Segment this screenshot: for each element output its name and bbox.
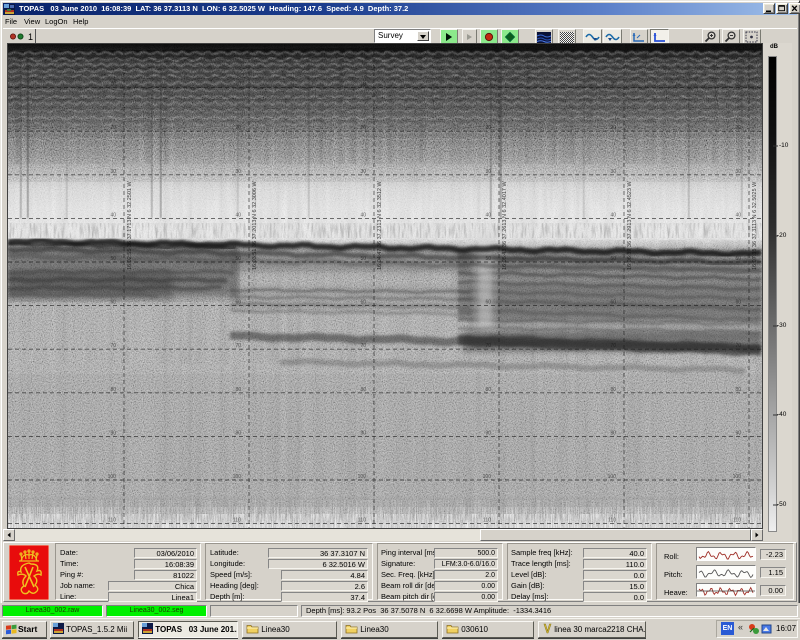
svg-text:40: 40 xyxy=(110,212,116,218)
svg-text:70: 70 xyxy=(235,343,241,349)
svg-text:30: 30 xyxy=(235,169,241,175)
svg-text:20: 20 xyxy=(110,125,116,131)
svg-text:16:02:55 36 37.1713 N 6 32.2: 16:02:55 36 37.1713 N 6 32.2501 W xyxy=(127,181,133,270)
svg-text:10: 10 xyxy=(485,82,491,88)
svg-text:80: 80 xyxy=(735,387,741,393)
svg-text:100: 100 xyxy=(233,474,242,480)
svg-text:110: 110 xyxy=(733,518,741,524)
svg-text:16:06:39 36 37.2913 N 6 32.4: 16:06:39 36 37.2913 N 6 32.4523 W xyxy=(627,181,633,270)
svg-text:60: 60 xyxy=(610,300,616,306)
svg-text:16:05:43 36 37.2613 N 6 32.4: 16:05:43 36 37.2613 N 6 32.4017 W xyxy=(502,181,508,270)
svg-text:1: 1 xyxy=(28,32,33,42)
svg-text:90: 90 xyxy=(360,430,366,436)
svg-text:50: 50 xyxy=(610,256,616,262)
svg-text:110: 110 xyxy=(108,518,116,524)
svg-text:20: 20 xyxy=(735,125,741,131)
svg-text:40: 40 xyxy=(360,212,366,218)
svg-text:30: 30 xyxy=(360,169,366,175)
svg-text:110: 110 xyxy=(358,518,366,524)
svg-text:110: 110 xyxy=(483,518,491,524)
svg-text:100: 100 xyxy=(733,474,742,480)
svg-text:100: 100 xyxy=(483,474,492,480)
svg-text:70: 70 xyxy=(610,343,616,349)
svg-text:10: 10 xyxy=(610,82,616,88)
svg-text:40: 40 xyxy=(485,212,491,218)
svg-text:90: 90 xyxy=(485,430,491,436)
svg-text:10: 10 xyxy=(735,82,741,88)
svg-text:90: 90 xyxy=(610,430,616,436)
svg-text:20: 20 xyxy=(610,125,616,131)
svg-text:40: 40 xyxy=(610,212,616,218)
svg-text:10: 10 xyxy=(110,82,116,88)
svg-text:50: 50 xyxy=(235,256,241,262)
svg-text:40: 40 xyxy=(735,212,741,218)
svg-text:80: 80 xyxy=(235,387,241,393)
svg-text:70: 70 xyxy=(110,343,116,349)
svg-text:60: 60 xyxy=(360,300,366,306)
svg-text:50: 50 xyxy=(485,256,491,262)
svg-text:110: 110 xyxy=(608,518,616,524)
svg-text:40: 40 xyxy=(235,212,241,218)
svg-text:30: 30 xyxy=(485,169,491,175)
svg-text:90: 90 xyxy=(110,430,116,436)
svg-text:60: 60 xyxy=(735,300,741,306)
svg-text:60: 60 xyxy=(235,300,241,306)
svg-text:30: 30 xyxy=(610,169,616,175)
svg-text:20: 20 xyxy=(485,125,491,131)
svg-text:20: 20 xyxy=(360,125,366,131)
svg-text:10: 10 xyxy=(235,82,241,88)
svg-text:80: 80 xyxy=(360,387,366,393)
svg-text:110: 110 xyxy=(233,518,241,524)
svg-text:70: 70 xyxy=(360,343,366,349)
svg-text:30: 30 xyxy=(110,169,116,175)
svg-text:70: 70 xyxy=(735,343,741,349)
svg-text:100: 100 xyxy=(108,474,117,480)
svg-text:50: 50 xyxy=(110,256,116,262)
svg-text:10: 10 xyxy=(360,82,366,88)
svg-text:100: 100 xyxy=(608,474,617,480)
svg-text:100: 100 xyxy=(358,474,367,480)
svg-text:16:07:35 36 37.3113 N 6 32.5: 16:07:35 36 37.3113 N 6 32.5025 W xyxy=(752,181,758,270)
svg-text:50: 50 xyxy=(735,256,741,262)
svg-text:16:03:51 36 37.2013 N 6 32.3: 16:03:51 36 37.2013 N 6 32.3006 W xyxy=(252,181,258,270)
svg-text:80: 80 xyxy=(110,387,116,393)
svg-text:50: 50 xyxy=(360,256,366,262)
svg-text:80: 80 xyxy=(610,387,616,393)
svg-text:90: 90 xyxy=(235,430,241,436)
svg-text:30: 30 xyxy=(735,169,741,175)
svg-text:20: 20 xyxy=(235,125,241,131)
svg-text:70: 70 xyxy=(485,343,491,349)
svg-text:16:04:47 36 37.2313 N 6 32.3: 16:04:47 36 37.2313 N 6 32.3512 W xyxy=(377,181,383,270)
svg-text:90: 90 xyxy=(735,430,741,436)
svg-text:60: 60 xyxy=(110,300,116,306)
svg-text:80: 80 xyxy=(485,387,491,393)
svg-text:60: 60 xyxy=(485,300,491,306)
